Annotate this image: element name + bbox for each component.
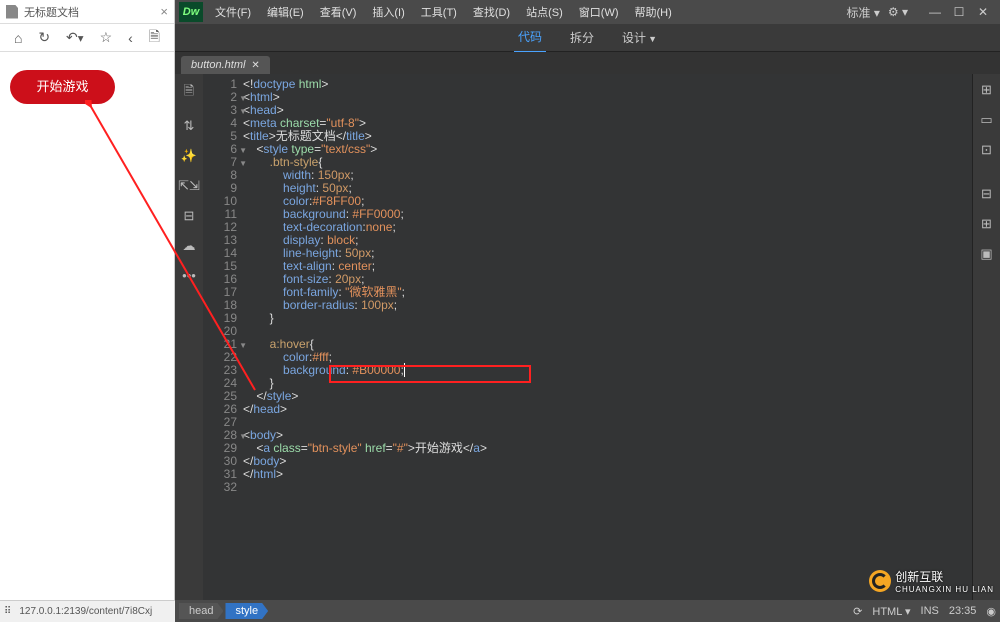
- panel-icon[interactable]: ⊞: [981, 216, 992, 232]
- close-icon[interactable]: ✕: [974, 5, 992, 19]
- crumb-style[interactable]: style: [225, 603, 268, 619]
- tool-icon[interactable]: ⊟: [184, 208, 195, 224]
- preview-area: 开始游戏: [0, 52, 174, 622]
- code-content[interactable]: <!doctype html><html><head><meta charset…: [243, 74, 972, 600]
- menu-item[interactable]: 查找(D): [465, 4, 518, 20]
- reload-icon[interactable]: ↻: [38, 29, 50, 46]
- minimize-icon[interactable]: —: [926, 5, 944, 19]
- tool-icon[interactable]: ⇱⇲: [178, 178, 200, 194]
- url-text: 127.0.0.1:2139/content/7i8Cxj: [19, 606, 152, 617]
- watermark-logo-icon: [869, 570, 891, 592]
- insert-mode[interactable]: INS: [921, 605, 939, 617]
- left-tool-column: 🗎 ⇅ ✨ ⇱⇲ ⊟ ☁ •••: [175, 74, 203, 600]
- tab-code[interactable]: 代码: [514, 22, 546, 53]
- line-gutter: 12▼3▼456▼7▼89101112131415161718192021▼22…: [203, 74, 243, 600]
- address-bar: ⠿ 127.0.0.1:2139/content/7i8Cxj: [0, 600, 175, 622]
- file-tab-close-icon[interactable]: ✕: [251, 60, 259, 71]
- undo-icon[interactable]: ↶▾: [66, 29, 84, 46]
- panel-icon[interactable]: ⊡: [981, 142, 992, 158]
- encoding-icon[interactable]: ◉: [986, 605, 996, 618]
- ide-pane: Dw 文件(F)编辑(E)查看(V)插入(I)工具(T)查找(D)站点(S)窗口…: [175, 0, 1000, 622]
- right-tool-column: ⊞ ▭ ⊡ ⊟ ⊞ ▣: [972, 74, 1000, 600]
- back-icon[interactable]: ‹: [128, 30, 133, 46]
- page-icon[interactable]: 🗎: [149, 26, 160, 50]
- dreamweaver-logo: Dw: [179, 2, 203, 22]
- watermark-text: 创新互联: [895, 570, 943, 584]
- panel-icon[interactable]: ⊞: [981, 82, 992, 98]
- maximize-icon[interactable]: ☐: [950, 5, 968, 19]
- menu-item[interactable]: 窗口(W): [571, 4, 627, 20]
- preview-pane: 无标题文档 × ⌂ ↻ ↶▾ ☆ ‹ 🗎 开始游戏 ⠿ 127.0.0.1:21…: [0, 0, 175, 622]
- sync-icon[interactable]: ⟳: [853, 605, 862, 618]
- watermark: 创新互联 CHUANGXIN HU LIAN: [869, 568, 994, 594]
- workspace-mode[interactable]: 标准 ▾: [847, 4, 880, 21]
- lang-indicator[interactable]: HTML ▾: [872, 605, 910, 618]
- tool-icon[interactable]: •••: [182, 268, 196, 283]
- menu-item[interactable]: 查看(V): [312, 4, 365, 20]
- file-tab-label: button.html: [191, 59, 245, 71]
- star-icon[interactable]: ☆: [100, 29, 113, 46]
- tab-split[interactable]: 拆分: [566, 23, 598, 52]
- menu-item[interactable]: 工具(T): [413, 4, 465, 20]
- tool-icon[interactable]: 🗎: [184, 82, 194, 104]
- drag-handle-icon[interactable]: ⠿: [4, 606, 11, 617]
- tab-title: 无标题文档: [24, 4, 79, 20]
- panel-icon[interactable]: ⊟: [981, 186, 992, 202]
- tool-icon[interactable]: ✨: [181, 148, 197, 164]
- cursor-position: 23:35: [949, 605, 977, 617]
- menu-item[interactable]: 插入(I): [364, 4, 412, 20]
- window-controls: — ☐ ✕: [926, 5, 992, 19]
- browser-toolbar: ⌂ ↻ ↶▾ ☆ ‹ 🗎: [0, 24, 174, 52]
- start-game-button[interactable]: 开始游戏: [10, 70, 115, 104]
- menu-item[interactable]: 编辑(E): [259, 4, 312, 20]
- file-tabs: button.html ✕: [175, 52, 1000, 74]
- tab-design[interactable]: 设计▼: [618, 23, 661, 52]
- menu-item[interactable]: 帮助(H): [627, 4, 680, 20]
- menubar: Dw 文件(F)编辑(E)查看(V)插入(I)工具(T)查找(D)站点(S)窗口…: [175, 0, 1000, 24]
- code-editor[interactable]: 12▼3▼456▼7▼89101112131415161718192021▼22…: [203, 74, 972, 600]
- home-icon[interactable]: ⌂: [14, 30, 22, 46]
- settings-icon[interactable]: ⚙ ▾: [888, 5, 908, 19]
- tool-icon[interactable]: ⇅: [184, 118, 195, 134]
- status-bar: head style ⟳ HTML ▾ INS 23:35 ◉: [175, 600, 1000, 622]
- panel-icon[interactable]: ▣: [980, 246, 992, 262]
- view-tabs: 代码 拆分 设计▼: [175, 24, 1000, 52]
- document-icon: [6, 5, 18, 19]
- menu-items: 文件(F)编辑(E)查看(V)插入(I)工具(T)查找(D)站点(S)窗口(W)…: [207, 4, 680, 20]
- tool-icon[interactable]: ☁: [183, 238, 196, 254]
- browser-tab[interactable]: 无标题文档 ×: [0, 0, 174, 24]
- menu-item[interactable]: 站点(S): [518, 4, 571, 20]
- file-tab-button-html[interactable]: button.html ✕: [181, 56, 270, 74]
- tab-close-icon[interactable]: ×: [160, 4, 168, 19]
- editor-row: 🗎 ⇅ ✨ ⇱⇲ ⊟ ☁ ••• 12▼3▼456▼7▼891011121314151617…: [175, 74, 1000, 600]
- watermark-sub: CHUANGXIN HU LIAN: [895, 585, 994, 594]
- crumb-head[interactable]: head: [179, 603, 223, 619]
- menu-item[interactable]: 文件(F): [207, 4, 259, 20]
- panel-icon[interactable]: ▭: [980, 112, 992, 128]
